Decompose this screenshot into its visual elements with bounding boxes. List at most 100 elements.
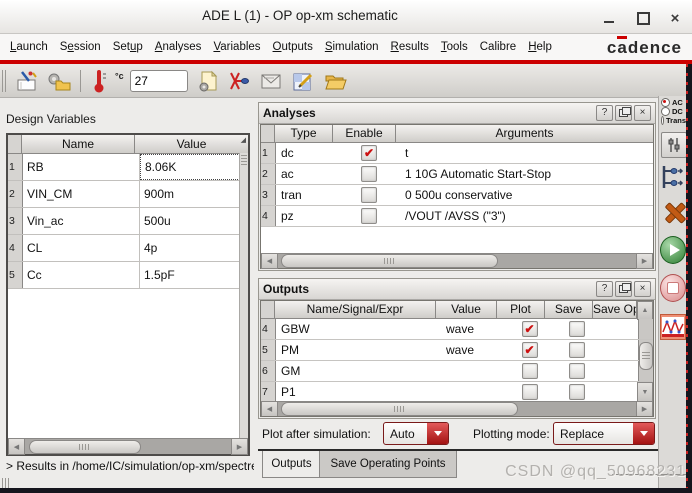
table-row[interactable]: 6 GM ✔ ✔ xyxy=(261,361,653,382)
outputs-header-value[interactable]: Value xyxy=(436,301,497,318)
plot-checkbox[interactable]: ✔ xyxy=(522,342,538,358)
outputs-vertical-scrollbar[interactable] xyxy=(638,319,653,339)
scroll-up-icon[interactable]: ▲ xyxy=(637,301,653,320)
plot-after-simulation-dropdown[interactable]: Auto xyxy=(383,422,449,445)
save-checkbox[interactable]: ✔ xyxy=(569,342,585,358)
analysis-args[interactable]: t xyxy=(400,146,653,160)
variable-name[interactable]: Cc xyxy=(23,262,140,288)
analysis-type[interactable]: dc xyxy=(276,146,338,160)
table-row[interactable]: 1 RB 8.06K xyxy=(8,154,248,181)
edit-simulation-file-icon[interactable] xyxy=(290,68,316,94)
enable-checkbox[interactable]: ✔ xyxy=(361,145,377,161)
scroll-right-icon[interactable]: ▶ xyxy=(231,438,248,455)
menu-tools[interactable]: Tools xyxy=(435,37,474,57)
plot-checkbox[interactable]: ✔ xyxy=(522,321,538,337)
toolbar-grip[interactable] xyxy=(2,70,8,92)
output-name[interactable]: GM xyxy=(276,364,441,378)
title-bar[interactable]: ADE L (1) - OP op-xm schematic × xyxy=(0,1,692,34)
radio-trans[interactable]: Trans xyxy=(659,116,686,125)
plot-outputs-button[interactable] xyxy=(660,314,686,340)
thermometer-icon[interactable] xyxy=(89,68,115,94)
variable-name[interactable]: Vin_ac xyxy=(23,208,140,234)
outputs-header-name[interactable]: Name/Signal/Expr xyxy=(275,301,436,318)
netlist-gear-icon[interactable] xyxy=(194,68,220,94)
table-row[interactable]: 4 pz ✔ /VOUT /AVSS ("3") xyxy=(261,206,653,227)
analyses-close-button[interactable]: × xyxy=(634,105,651,121)
analyses-header-enable[interactable]: Enable xyxy=(333,125,396,142)
open-folder-icon[interactable] xyxy=(322,68,348,94)
analyses-header-type[interactable]: Type xyxy=(275,125,333,142)
table-row[interactable]: 1 dc ✔ t xyxy=(261,143,653,164)
analyses-header-args[interactable]: Arguments xyxy=(396,125,653,142)
analysis-args[interactable]: 0 500u conservative xyxy=(400,188,653,202)
menu-results[interactable]: Results xyxy=(385,37,435,57)
probe-icon[interactable] xyxy=(226,68,252,94)
dv-header-value[interactable]: Value◢ xyxy=(135,135,248,153)
output-name[interactable]: PM xyxy=(276,343,441,357)
temperature-input[interactable] xyxy=(130,70,188,92)
menu-help[interactable]: Help xyxy=(522,37,558,57)
dv-header-name[interactable]: Name xyxy=(22,135,135,153)
table-row[interactable]: 5 Cc 1.5pF xyxy=(8,262,248,289)
variable-name[interactable]: RB xyxy=(23,154,140,180)
table-row[interactable]: 4 GBW wave ✔ ✔ xyxy=(261,319,653,340)
variable-value[interactable]: 1.5pF xyxy=(140,262,248,288)
outputs-title-bar[interactable]: Outputs ? × xyxy=(259,279,655,300)
enable-checkbox[interactable]: ✔ xyxy=(361,166,377,182)
variable-value[interactable]: 900m xyxy=(140,181,248,207)
variable-value[interactable]: 4p xyxy=(140,235,248,261)
dropdown-button[interactable] xyxy=(633,423,654,444)
scrollbar-thumb[interactable] xyxy=(29,440,141,454)
session-notebook-icon[interactable] xyxy=(14,68,40,94)
analyses-title-bar[interactable]: Analyses ? × xyxy=(259,103,655,124)
analysis-args[interactable]: /VOUT /AVSS ("3") xyxy=(400,209,653,223)
outputs-float-button[interactable] xyxy=(615,281,632,297)
radio-ac[interactable]: AC xyxy=(659,98,686,107)
menu-variables[interactable]: Variables xyxy=(207,37,266,57)
outputs-close-button[interactable]: × xyxy=(634,281,651,297)
sliders-button[interactable] xyxy=(661,132,687,158)
save-checkbox[interactable]: ✔ xyxy=(569,321,585,337)
analysis-type[interactable]: pz xyxy=(276,209,338,223)
tab-outputs[interactable]: Outputs xyxy=(262,451,321,478)
outputs-vertical-scrollbar[interactable] xyxy=(638,340,653,360)
outputs-horizontal-scrollbar[interactable]: ◀ ▶ xyxy=(261,401,653,416)
outputs-help-button[interactable]: ? xyxy=(596,281,613,297)
run-simulation-button[interactable] xyxy=(660,236,686,264)
save-checkbox[interactable]: ✔ xyxy=(569,363,585,379)
variable-value[interactable]: 8.06K xyxy=(140,154,248,180)
analysis-args[interactable]: 1 10G Automatic Start-Stop xyxy=(400,167,653,181)
menu-outputs[interactable]: Outputs xyxy=(267,37,319,57)
maximize-button[interactable] xyxy=(632,9,654,27)
variable-name[interactable]: VIN_CM xyxy=(23,181,140,207)
resize-grip[interactable] xyxy=(2,478,10,488)
analysis-type[interactable]: ac xyxy=(276,167,338,181)
plotting-mode-dropdown[interactable]: Replace xyxy=(553,422,655,445)
variable-value[interactable]: 500u xyxy=(140,208,248,234)
menu-setup[interactable]: Setup xyxy=(107,37,149,57)
scrollbar-thumb[interactable] xyxy=(639,342,653,370)
menu-analyses[interactable]: Analyses xyxy=(149,37,208,57)
plot-checkbox[interactable]: ✔ xyxy=(522,384,538,400)
table-row[interactable]: 2 ac ✔ 1 10G Automatic Start-Stop xyxy=(261,164,653,185)
tab-save-operating-points[interactable]: Save Operating Points xyxy=(319,451,457,478)
scroll-right-icon[interactable]: ▶ xyxy=(636,253,653,269)
scroll-left-icon[interactable]: ◀ xyxy=(261,253,278,269)
table-row[interactable]: 5 PM wave ✔ ✔ xyxy=(261,340,653,361)
analyses-help-button[interactable]: ? xyxy=(596,105,613,121)
table-row[interactable]: 4 CL 4p xyxy=(8,235,248,262)
dropdown-button[interactable] xyxy=(427,423,448,444)
scroll-left-icon[interactable]: ◀ xyxy=(8,438,25,455)
delete-button[interactable] xyxy=(660,202,686,222)
analyses-float-button[interactable] xyxy=(615,105,632,121)
scrollbar-thumb[interactable] xyxy=(281,402,518,415)
analyses-horizontal-scrollbar[interactable]: ◀ ▶ xyxy=(261,253,653,268)
close-button[interactable]: × xyxy=(664,9,686,27)
outputs-header-plot[interactable]: Plot xyxy=(497,301,545,318)
dv-horizontal-scrollbar[interactable]: ◀ ▶ xyxy=(8,438,248,454)
dual-probe-button[interactable] xyxy=(660,162,686,192)
minimize-button[interactable] xyxy=(598,9,620,27)
output-name[interactable]: GBW xyxy=(276,322,441,336)
stop-simulation-button[interactable] xyxy=(660,274,686,302)
scroll-down-icon[interactable]: ▼ xyxy=(637,382,653,402)
